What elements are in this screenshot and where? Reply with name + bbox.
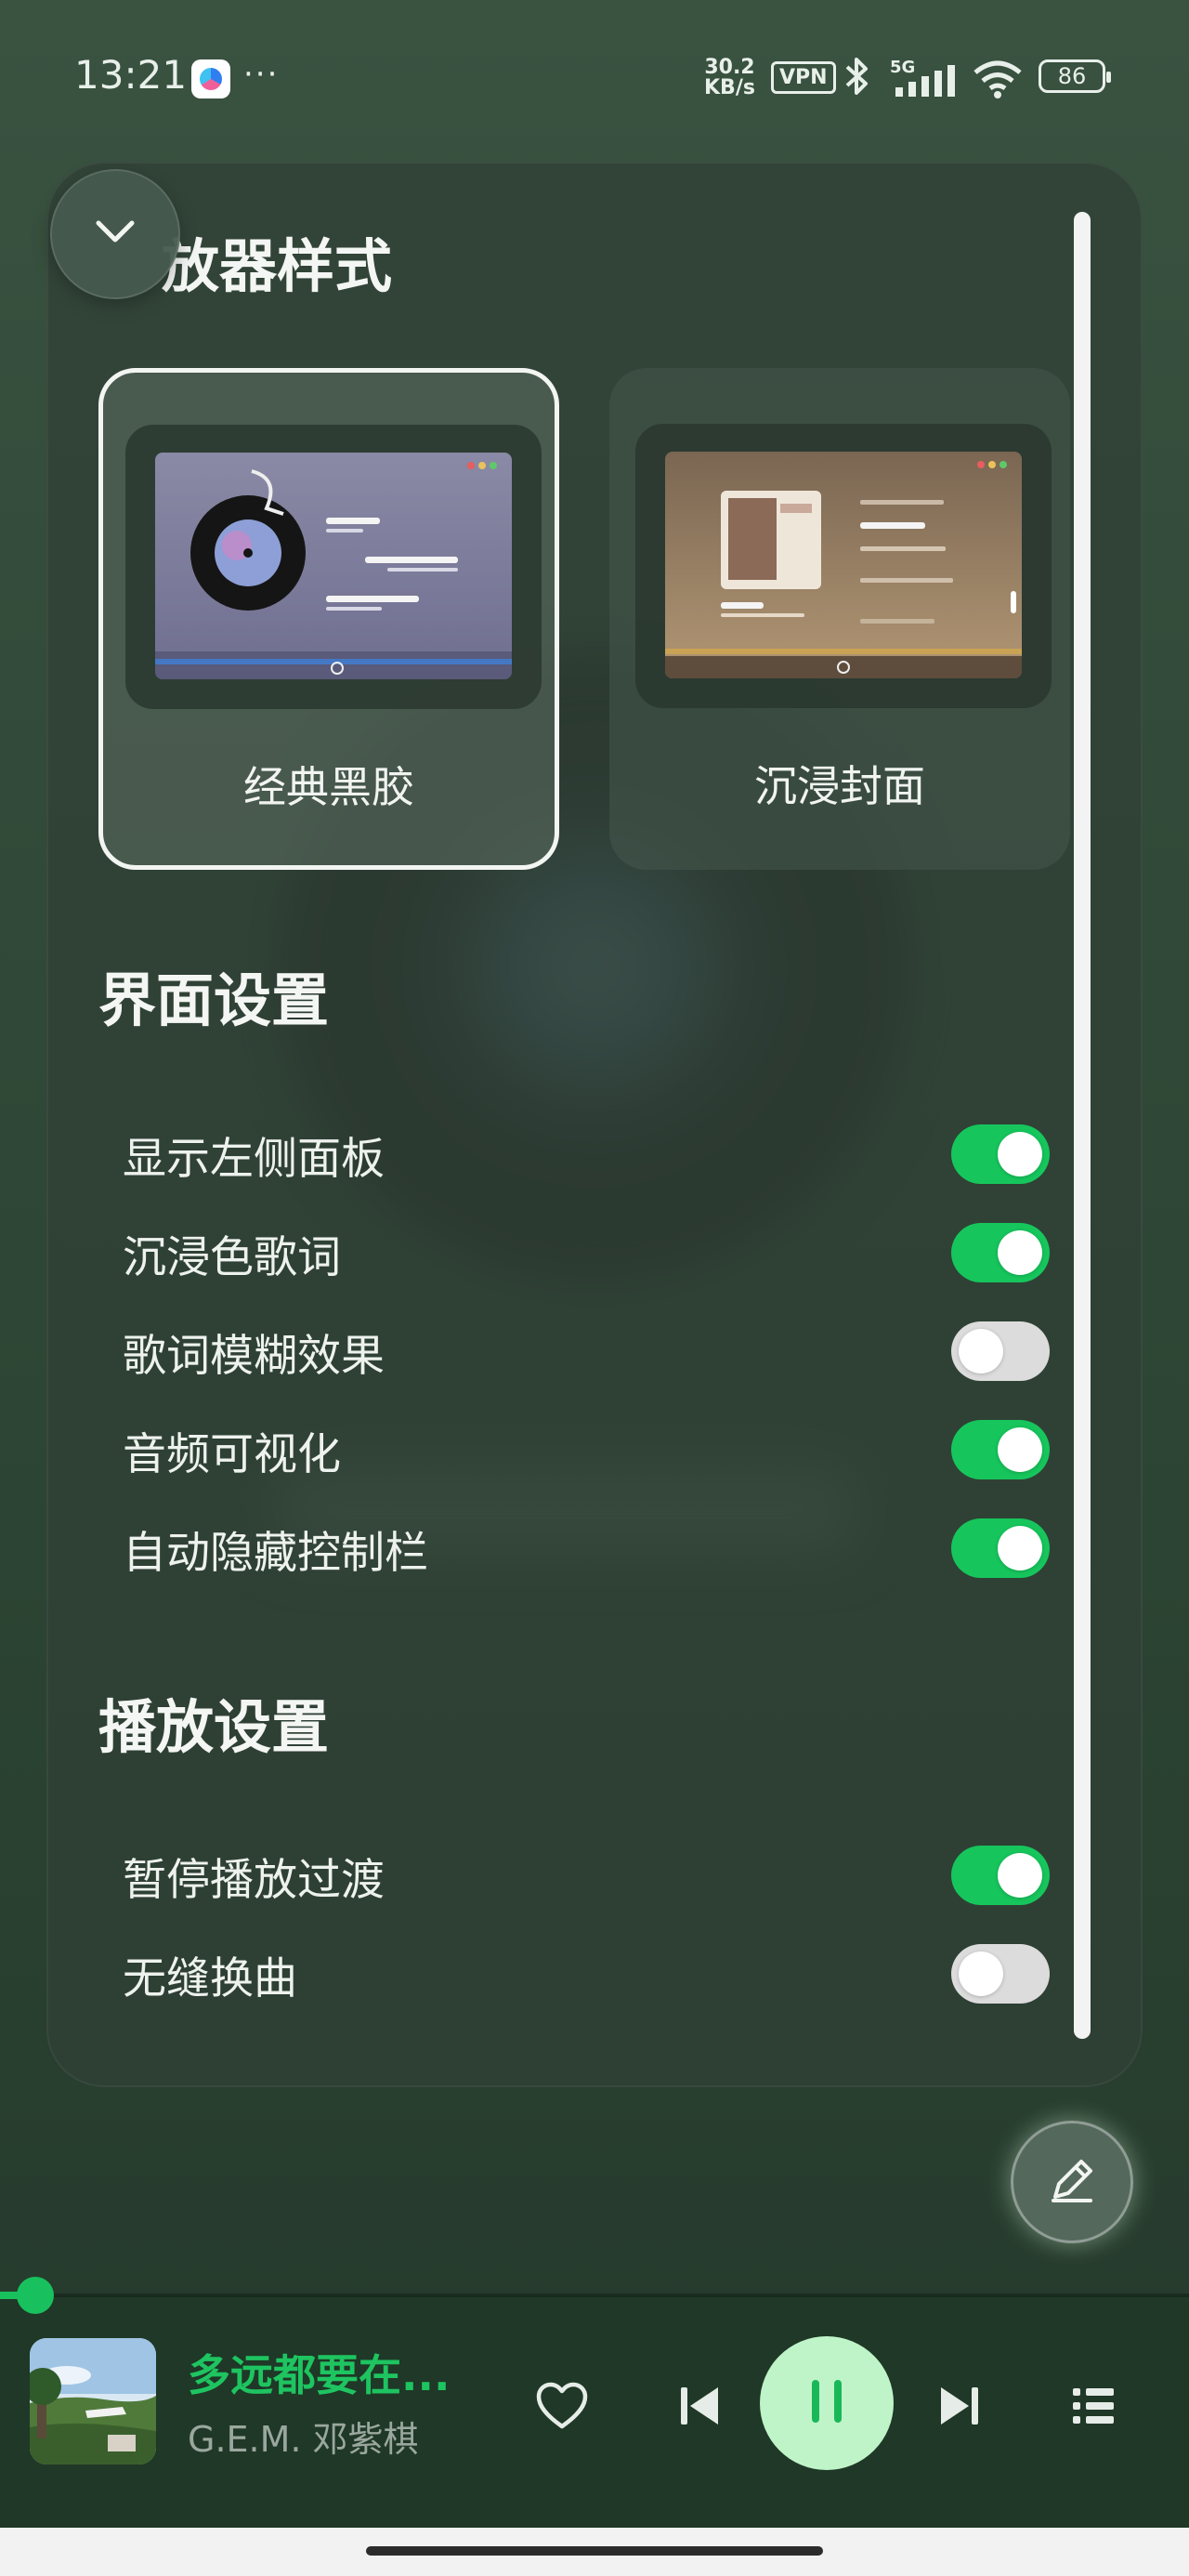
toggle-pause-transition[interactable] <box>951 1846 1050 1905</box>
style-preview-frame <box>125 425 542 709</box>
queue-icon <box>1071 2385 1116 2430</box>
style-option-classic-vinyl[interactable]: 经典黑胶 <box>98 368 559 870</box>
now-playing-artist[interactable]: G.E.M. 邓紫棋 <box>188 2411 419 2462</box>
toggle-knob <box>998 1132 1042 1176</box>
toggle-knob <box>998 1427 1042 1472</box>
status-bar: 13:21 ··· 30.2 KB/s VPN 5G 86 <box>0 0 1189 158</box>
toggle-auto-hide-controls[interactable] <box>951 1518 1050 1578</box>
album-cover[interactable] <box>30 2338 156 2464</box>
queue-button[interactable] <box>1061 2375 1126 2440</box>
style-label-classic-vinyl: 经典黑胶 <box>243 762 414 812</box>
next-button[interactable] <box>927 2375 992 2440</box>
toggle-immersive-lyrics-color[interactable] <box>951 1223 1050 1282</box>
toggle-gapless-playback[interactable] <box>951 1944 1050 2004</box>
classic-vinyl-preview <box>155 453 512 679</box>
battery-indicator: 86 <box>1039 59 1111 93</box>
chevron-down-icon <box>95 219 136 249</box>
style-option-immersive-cover[interactable]: 沉浸封面 <box>609 368 1070 870</box>
playback-progress-handle[interactable] <box>17 2277 54 2314</box>
status-time: 13:21 <box>74 52 188 98</box>
setting-label-gapless-playback: 无缝换曲 <box>123 1953 297 2004</box>
app-notification-icon <box>191 59 230 99</box>
like-button[interactable] <box>529 2375 594 2440</box>
previous-icon <box>679 2384 720 2432</box>
toggle-audio-visualization[interactable] <box>951 1420 1050 1479</box>
now-playing-title[interactable]: 多远都要在... <box>188 2342 450 2403</box>
setting-label-auto-hide-controls: 自动隐藏控制栏 <box>123 1528 428 1579</box>
toggle-lyrics-blur[interactable] <box>951 1321 1050 1381</box>
playback-progress-track[interactable] <box>0 2293 1189 2297</box>
immersive-cover-preview <box>665 452 1022 678</box>
player-style-title: 放器样式 <box>162 232 393 300</box>
playback-settings-title: 播放设置 <box>98 1693 330 1761</box>
heart-icon <box>536 2382 588 2434</box>
toggle-show-left-panel[interactable] <box>951 1124 1050 1184</box>
system-navigation-bar <box>0 2528 1189 2576</box>
edit-button[interactable] <box>1011 2121 1133 2243</box>
toggle-knob <box>998 1853 1042 1898</box>
setting-label-show-left-panel: 显示左侧面板 <box>123 1134 385 1185</box>
toggle-knob <box>998 1230 1042 1275</box>
cellular-signal-icon: 5G <box>890 58 959 102</box>
net-speed-unit: KB/s <box>704 76 755 99</box>
bluetooth-icon <box>843 56 871 105</box>
toggle-knob <box>959 1329 1003 1373</box>
panel-scrollbar-thumb[interactable] <box>1074 212 1091 2039</box>
setting-label-immersive-lyrics-color: 沉浸色歌词 <box>123 1232 341 1283</box>
next-icon <box>939 2384 980 2432</box>
vpn-badge: VPN <box>771 61 836 94</box>
collapse-button[interactable] <box>50 169 180 299</box>
wifi-icon <box>972 58 1024 102</box>
style-preview-frame <box>635 424 1052 708</box>
home-gesture-handle[interactable] <box>366 2546 823 2556</box>
status-overflow: ··· <box>243 56 280 93</box>
previous-button[interactable] <box>667 2375 732 2440</box>
toggle-knob <box>998 1526 1042 1571</box>
net-speed-value: 30.2 <box>704 56 755 79</box>
setting-label-lyrics-blur: 歌词模糊效果 <box>123 1331 385 1382</box>
pause-icon <box>806 2378 847 2428</box>
net-speed: 30.2 KB/s <box>704 58 755 99</box>
network-type-label: 5G <box>890 58 915 77</box>
style-label-immersive-cover: 沉浸封面 <box>754 761 925 811</box>
pencil-icon <box>1042 2150 1102 2214</box>
setting-label-pause-transition: 暂停播放过渡 <box>123 1855 385 1906</box>
setting-label-audio-visualization: 音频可视化 <box>123 1429 341 1480</box>
interface-settings-title: 界面设置 <box>98 966 330 1034</box>
mini-player: 多远都要在... G.E.M. 邓紫棋 <box>0 2295 1189 2528</box>
toggle-knob <box>959 1952 1003 1996</box>
play-pause-button[interactable] <box>760 2336 894 2470</box>
